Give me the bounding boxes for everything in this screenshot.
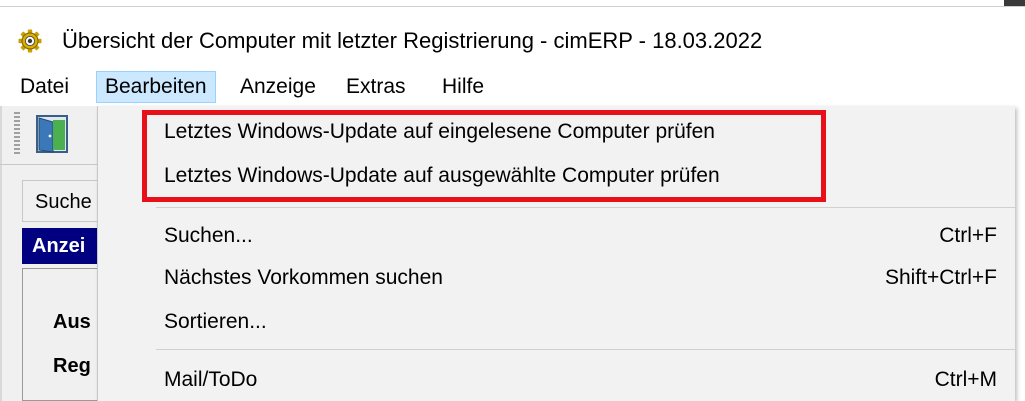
window-title: Übersicht der Computer mit letzter Regis… bbox=[62, 28, 763, 53]
menu-bar: Datei Bearbeiten Anzeige Extras Hilfe bbox=[0, 69, 1025, 106]
left-window-edge bbox=[0, 106, 2, 401]
menu-anzeige[interactable]: Anzeige bbox=[232, 71, 324, 103]
menu-extras[interactable]: Extras bbox=[338, 71, 414, 103]
panel-label-reg: Reg bbox=[53, 355, 91, 377]
panel-label-aus: Aus bbox=[53, 311, 91, 333]
toolbar-grip[interactable] bbox=[14, 112, 20, 156]
menu-item-search[interactable]: Suchen... bbox=[164, 222, 253, 250]
shortcut-search: Ctrl+F bbox=[939, 224, 997, 247]
menu-separator bbox=[156, 207, 1015, 208]
menu-hilfe[interactable]: Hilfe bbox=[434, 71, 492, 103]
menu-datei[interactable]: Datei bbox=[12, 71, 77, 103]
menu-item-sort[interactable]: Sortieren... bbox=[164, 308, 267, 336]
title-bar[interactable]: Übersicht der Computer mit letzter Regis… bbox=[0, 7, 1025, 69]
shortcut-find-next: Shift+Ctrl+F bbox=[884, 266, 997, 289]
menu-item-find-next[interactable]: Nächstes Vorkommen suchen bbox=[164, 264, 443, 292]
menu-bearbeiten[interactable]: Bearbeiten bbox=[96, 71, 216, 103]
shortcut-mail-todo: Ctrl+M bbox=[934, 368, 997, 391]
gear-icon bbox=[18, 29, 42, 53]
menu-item-mail-todo[interactable]: Mail/ToDo bbox=[164, 366, 257, 394]
door-exit-icon[interactable] bbox=[36, 114, 68, 154]
menu-separator bbox=[156, 349, 1015, 350]
highlight-annotation-box bbox=[142, 110, 826, 202]
